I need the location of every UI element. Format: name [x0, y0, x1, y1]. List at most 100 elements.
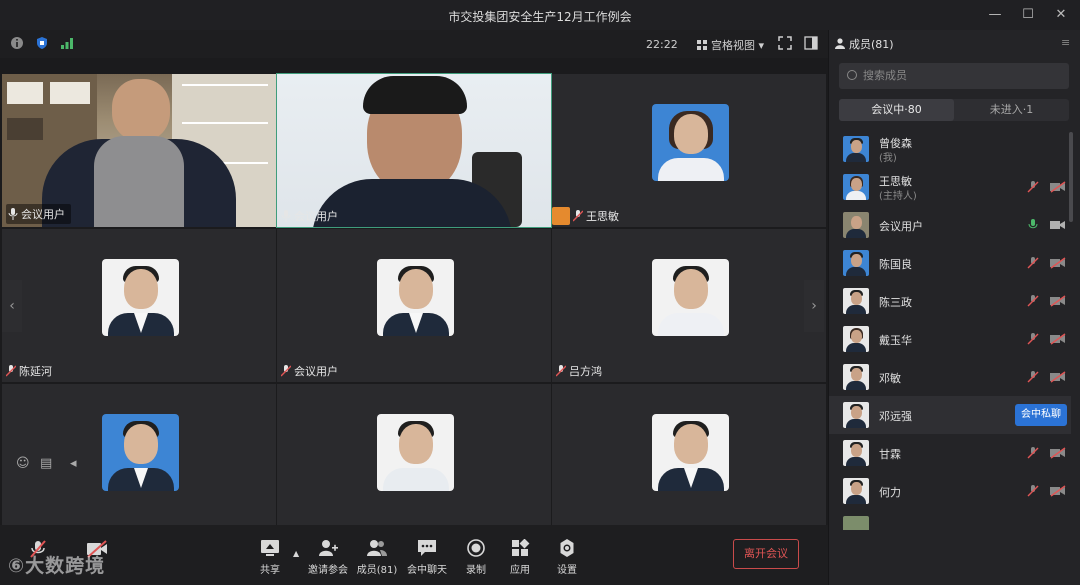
member-name: 邓敏 — [879, 372, 901, 385]
mic-muted-icon[interactable] — [1027, 333, 1039, 345]
close-icon[interactable]: ✕ — [1052, 6, 1070, 24]
participant-name: 陈延河 — [19, 365, 52, 378]
members-icon — [367, 540, 387, 556]
security-shield-icon[interactable] — [35, 36, 49, 50]
previous-page-arrow[interactable]: ‹ — [2, 280, 22, 332]
video-off-icon[interactable] — [1050, 485, 1066, 497]
next-page-arrow[interactable]: › — [804, 280, 824, 332]
comment-icon[interactable]: ▤ — [40, 456, 52, 471]
title-bar: 市交投集团安全生产12月工作例会 — ☐ ✕ — [0, 0, 1080, 30]
video-off-icon[interactable] — [1050, 257, 1066, 269]
list-item[interactable]: 陈国良 — [829, 244, 1071, 282]
signal-icon[interactable] — [60, 36, 74, 50]
fullscreen-icon[interactable] — [778, 36, 792, 50]
list-item[interactable]: 邓敏 — [829, 358, 1071, 396]
avatar — [843, 326, 869, 352]
video-tile-active-speaker[interactable]: 会议用户 — [276, 73, 552, 228]
video-off-icon[interactable] — [1050, 447, 1066, 459]
video-tile[interactable]: 陈延河 — [2, 229, 276, 382]
avatar — [652, 104, 729, 181]
members-panel: 成员(81) ≡ 搜索成员 会议中·80 未进入·1 曾俊森 (我) 王思敏 (… — [828, 30, 1080, 585]
members-button[interactable]: 成员(81) — [355, 539, 399, 576]
participant-label: 会议用户 — [281, 363, 338, 379]
mic-muted-icon — [281, 365, 291, 377]
panel-menu-icon[interactable]: ≡ — [1061, 36, 1070, 49]
participant-name: 会议用户 — [21, 208, 65, 221]
member-search-input[interactable]: 搜索成员 — [839, 63, 1069, 89]
sidebar-toggle-icon[interactable] — [804, 36, 818, 50]
list-item[interactable]: 陈三政 — [829, 282, 1071, 320]
avatar — [377, 414, 454, 491]
list-item-hovered[interactable]: 邓远强 会中私聊 — [829, 396, 1071, 434]
info-icon[interactable] — [10, 36, 24, 50]
member-list-scrollbar[interactable] — [1069, 132, 1073, 222]
grid-icon — [697, 40, 707, 50]
member-tabs: 会议中·80 未进入·1 — [839, 99, 1069, 121]
participant-name: 会议用户 — [294, 210, 338, 223]
avatar — [843, 516, 869, 530]
tab-in-meeting[interactable]: 会议中·80 — [839, 99, 954, 121]
mic-muted-icon — [556, 365, 566, 377]
video-tile[interactable]: 吕方鸿 — [552, 229, 826, 382]
video-off-icon[interactable] — [1050, 333, 1066, 345]
video-tile[interactable]: 会议用户 — [277, 229, 551, 382]
meeting-clock: 22:22 — [646, 38, 678, 51]
maximize-icon[interactable]: ☐ — [1019, 6, 1037, 24]
settings-button[interactable]: 设置 — [545, 539, 589, 576]
avatar — [843, 402, 869, 428]
list-item[interactable]: 曾俊森 (我) — [829, 130, 1071, 168]
video-tile[interactable]: 会议用户 — [2, 74, 276, 227]
view-mode-dropdown[interactable]: 宫格视图 ▾ — [697, 37, 764, 53]
avatar — [843, 250, 869, 276]
mic-muted-icon — [573, 210, 583, 222]
window-title: 市交投集团安全生产12月工作例会 — [448, 10, 632, 24]
mic-muted-icon[interactable] — [1027, 257, 1039, 269]
reaction-bar: ☺ ▤ ◂ — [12, 450, 90, 478]
mic-muted-icon[interactable] — [1027, 181, 1039, 193]
members-panel-header: 成员(81) — [835, 36, 894, 52]
mic-muted-icon[interactable] — [1027, 295, 1039, 307]
emoji-icon[interactable]: ☺ — [16, 456, 30, 471]
video-off-icon[interactable] — [1050, 181, 1066, 193]
view-mode-label: 宫格视图 — [711, 39, 755, 52]
video-tile[interactable] — [552, 384, 826, 525]
search-icon — [847, 70, 857, 80]
collapse-arrow-icon[interactable]: ◂ — [70, 456, 77, 471]
mic-muted-icon[interactable] — [1027, 371, 1039, 383]
video-off-icon[interactable] — [1050, 295, 1066, 307]
members-icon — [835, 38, 845, 49]
video-grid: 会议用户 会议用户 王思敏 陈延河 会议用户 吕方鸿 — [0, 73, 828, 525]
meeting-toolbar: 22:22 宫格视图 ▾ — [0, 30, 828, 58]
list-item[interactable]: 王思敏 (主持人) — [829, 168, 1071, 206]
mic-muted-icon[interactable] — [1027, 485, 1039, 497]
member-name: 陈三政 — [879, 296, 912, 309]
private-chat-button[interactable]: 会中私聊 — [1015, 404, 1067, 426]
list-item[interactable]: 甘霖 — [829, 434, 1071, 472]
mic-on-icon[interactable] — [1027, 219, 1039, 231]
record-button[interactable]: 录制 — [454, 539, 498, 576]
chat-button[interactable]: 会中聊天 — [405, 539, 449, 576]
share-options-caret[interactable]: ▲ — [293, 549, 299, 558]
avatar — [652, 414, 729, 491]
avatar — [102, 259, 179, 336]
member-name: 会议用户 — [879, 220, 923, 233]
list-item[interactable]: 会议用户 — [829, 206, 1071, 244]
share-button[interactable]: 共享 — [248, 539, 292, 576]
leave-meeting-button[interactable]: 离开会议 — [733, 539, 799, 569]
video-tile[interactable]: 王思敏 — [552, 74, 826, 227]
minimize-icon[interactable]: — — [986, 6, 1004, 24]
settings-label: 设置 — [557, 565, 577, 576]
member-role: (主持人) — [879, 191, 917, 202]
mic-muted-icon[interactable] — [1027, 447, 1039, 459]
invite-button[interactable]: 邀请参会 — [306, 539, 350, 576]
video-on-icon[interactable] — [1050, 219, 1066, 231]
video-off-icon[interactable] — [1050, 371, 1066, 383]
video-tile[interactable] — [277, 384, 551, 525]
list-item[interactable] — [829, 510, 1071, 530]
gear-icon — [560, 539, 574, 557]
list-item[interactable]: 何力 — [829, 472, 1071, 510]
list-item[interactable]: 戴玉华 — [829, 320, 1071, 358]
avatar — [102, 414, 179, 491]
tab-not-joined[interactable]: 未进入·1 — [954, 99, 1069, 121]
apps-button[interactable]: 应用 — [498, 539, 542, 576]
